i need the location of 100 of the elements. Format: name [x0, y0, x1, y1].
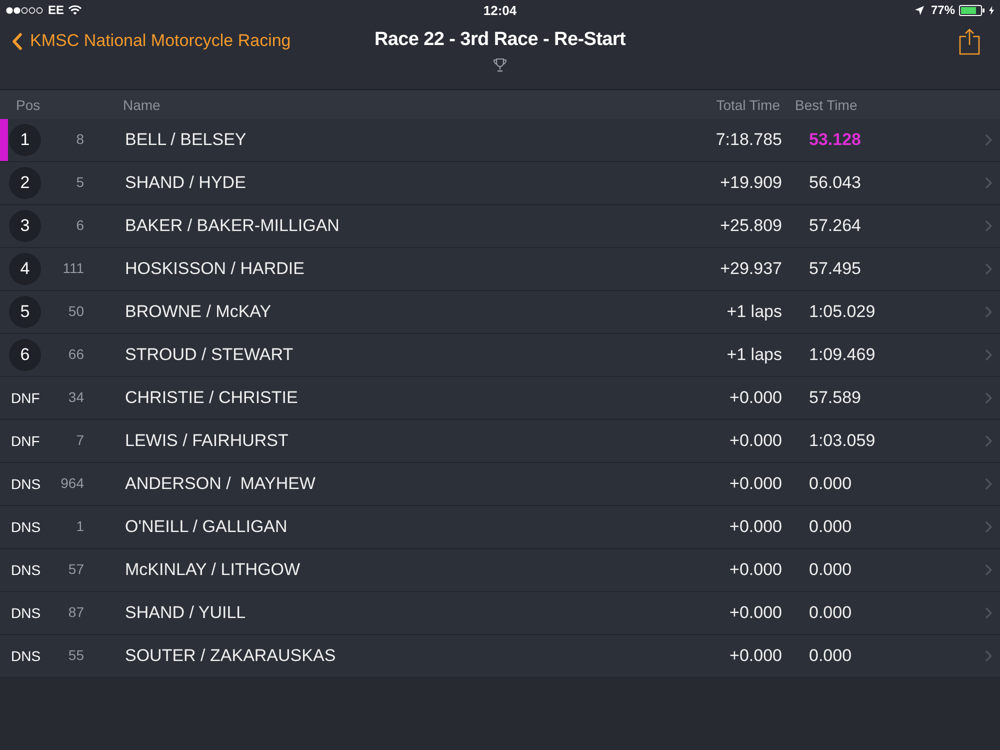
rider-names: BAKER / BAKER-MILLIGAN [125, 216, 340, 235]
rider-number: 8 [76, 131, 84, 147]
best-time: 0.000 [809, 517, 852, 536]
battery-icon [959, 4, 985, 16]
chevron-icon [985, 521, 992, 533]
column-header: Pos [16, 96, 40, 112]
rider-names: ANDERSON / MAYHEW [125, 474, 316, 493]
clock-time: 12:04 [483, 2, 517, 18]
total-time: +1 laps [726, 302, 782, 321]
best-time: 0.000 [809, 603, 852, 622]
chevron-icon [985, 177, 992, 189]
position-status: DNS [11, 605, 41, 621]
best-time: 1:09.469 [809, 345, 876, 364]
best-time: 1:03.059 [809, 431, 876, 450]
column-header: Total Time [716, 96, 780, 112]
rider-number: 111 [62, 260, 84, 276]
result-row[interactable]: DNF 34 CHRISTIE / CHRISTIE +0.000 57.589 [0, 377, 1000, 420]
result-row[interactable]: 5 50 BROWNE / McKAY +1 laps 1:05.029 [0, 291, 1000, 334]
position-status: DNS [11, 476, 41, 492]
rider-number: 57 [68, 561, 84, 577]
rider-names: BROWNE / McKAY [125, 302, 272, 321]
position-badge: 5 [9, 296, 41, 328]
rider-number: 55 [68, 647, 84, 663]
rider-names: BELL / BELSEY [125, 130, 246, 149]
carrier-name: EE [48, 3, 64, 17]
total-time: +19.909 [720, 173, 782, 192]
position-badge: 4 [9, 253, 41, 285]
rider-names: SOUTER / ZAKARAUSKAS [125, 646, 336, 665]
rider-names: SHAND / YUILL [125, 603, 246, 622]
result-row[interactable]: 3 6 BAKER / BAKER-MILLIGAN +25.809 57.264 [0, 205, 1000, 248]
result-row[interactable]: DNS 57 McKINLAY / LITHGOW +0.000 0.000 [0, 549, 1000, 592]
result-row[interactable]: DNF 7 LEWIS / FAIRHURST +0.000 1:03.059 [0, 420, 1000, 463]
best-time: 1:05.029 [809, 302, 876, 321]
total-time: +25.809 [720, 216, 782, 235]
trophy-icon [492, 58, 507, 72]
total-time: +1 laps [726, 345, 782, 364]
rider-number: 34 [68, 389, 84, 405]
best-time: 57.495 [809, 259, 861, 278]
back-chevron-icon [12, 32, 22, 50]
rider-names: HOSKISSON / HARDIE [125, 259, 304, 278]
total-time: +0.000 [730, 560, 782, 579]
best-time: 57.589 [809, 388, 861, 407]
rider-names: LEWIS / FAIRHURST [125, 431, 288, 450]
rider-number: 66 [68, 346, 84, 362]
result-row[interactable]: DNS 1 O'NEILL / GALLIGAN +0.000 0.000 [0, 506, 1000, 549]
back-button[interactable]: KMSC National Motorcycle Racing [12, 31, 291, 51]
chevron-icon [985, 220, 992, 232]
position-badge: 3 [9, 210, 41, 242]
rider-names: O'NEILL / GALLIGAN [125, 517, 288, 536]
rider-names: SHAND / HYDE [125, 173, 246, 192]
share-button[interactable] [959, 28, 980, 55]
share-icon [959, 28, 980, 55]
rider-number: 7 [76, 432, 84, 448]
chevron-icon [985, 349, 992, 361]
battery-percent: 77% [930, 3, 955, 17]
screen-title: Race 22 - 3rd Race - Re-Start [374, 29, 626, 51]
column-header: Name [123, 96, 160, 112]
rider-names: CHRISTIE / CHRISTIE [125, 388, 298, 407]
total-time: +0.000 [730, 431, 782, 450]
best-time: 56.043 [809, 173, 861, 192]
chevron-icon [985, 306, 992, 318]
chevron-icon [985, 435, 992, 447]
result-row[interactable]: DNS 55 SOUTER / ZAKARAUSKAS +0.000 0.000 [0, 635, 1000, 678]
best-time: 0.000 [809, 474, 852, 493]
position-badge: 6 [9, 339, 41, 371]
position-badge: 1 [9, 124, 41, 156]
chevron-icon [985, 263, 992, 275]
column-header: Best Time [795, 96, 858, 112]
rider-number: 50 [68, 303, 84, 319]
total-time: +0.000 [730, 603, 782, 622]
position-status: DNF [11, 433, 40, 449]
rider-number: 5 [76, 174, 84, 190]
position-badge: 2 [9, 167, 41, 199]
position-status: DNS [11, 562, 41, 578]
rider-number: 1 [76, 518, 84, 534]
result-row[interactable]: DNS 87 SHAND / YUILL +0.000 0.000 [0, 592, 1000, 635]
result-row[interactable]: 4 111 HOSKISSON / HARDIE +29.937 57.495 [0, 248, 1000, 291]
rider-number: 964 [60, 475, 84, 491]
location-arrow-icon [914, 6, 924, 14]
position-status: DNS [11, 519, 41, 535]
best-time: 57.264 [809, 216, 861, 235]
chevron-icon [985, 478, 992, 490]
chevron-icon [985, 134, 992, 146]
rider-number: 87 [68, 604, 84, 620]
total-time: +0.000 [730, 646, 782, 665]
wifi-icon [68, 5, 82, 15]
best-time: 53.128 [809, 130, 861, 149]
rider-names: McKINLAY / LITHGOW [125, 560, 300, 579]
chevron-icon [985, 392, 992, 404]
best-time: 0.000 [809, 560, 852, 579]
total-time: +0.000 [730, 517, 782, 536]
charging-bolt-icon [989, 6, 994, 14]
chevron-icon [985, 607, 992, 619]
best-time: 0.000 [809, 646, 852, 665]
signal-icon [6, 6, 44, 14]
result-row[interactable]: 2 5 SHAND / HYDE +19.909 56.043 [0, 162, 1000, 205]
result-row[interactable]: DNS 964 ANDERSON / MAYHEW +0.000 0.000 [0, 463, 1000, 506]
result-row[interactable]: 1 8 BELL / BELSEY 7:18.785 53.128 [0, 119, 1000, 162]
total-time: +29.937 [720, 259, 782, 278]
result-row[interactable]: 6 66 STROUD / STEWART +1 laps 1:09.469 [0, 334, 1000, 377]
